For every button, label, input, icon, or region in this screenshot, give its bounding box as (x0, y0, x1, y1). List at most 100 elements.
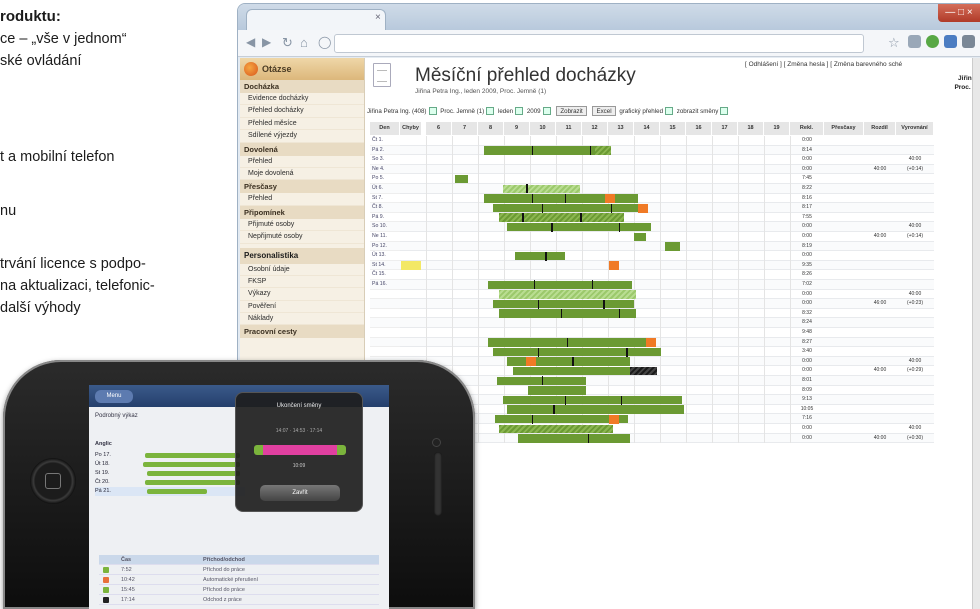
balance-cell: 40:00 (908, 357, 922, 364)
attendance-bar (514, 251, 565, 261)
rekl-cell: 0:00 (802, 252, 812, 259)
punch-mark (531, 145, 534, 155)
month-select[interactable]: leden (498, 108, 513, 115)
phone-row[interactable]: Čt 20. (95, 478, 245, 487)
table-row (370, 136, 934, 146)
time-slider[interactable] (254, 445, 346, 455)
article-line: trvání licence s podpo- (0, 256, 146, 272)
sidebar-item[interactable]: Přehled (240, 193, 364, 206)
day-label: Pá 9. (370, 213, 400, 223)
page-icon: ◯ (318, 35, 332, 49)
rekl-cell: 7:02 (802, 281, 812, 287)
address-bar[interactable] (334, 34, 864, 53)
home-icon[interactable]: ⌂ (300, 35, 308, 50)
phone-screen: Menu Podrobný výkaz Anglic Po 17. Út 18.… (89, 385, 389, 609)
attendance-bar (664, 242, 681, 251)
sidebar-item[interactable]: Přijmuté osoby (240, 219, 364, 232)
sidebar-item[interactable]: Nepřijmuté osoby (240, 231, 364, 244)
phone-row[interactable]: Út 18. (95, 460, 245, 469)
legend-header: Čas Příchod/odchod (99, 555, 379, 565)
day-label: Po 12. (370, 242, 400, 252)
column-header-day: Den (370, 122, 400, 135)
sidebar-item[interactable]: Náklady (240, 313, 364, 326)
rekl-cell: 0:00 (802, 290, 812, 297)
checkbox[interactable] (720, 107, 729, 116)
attendance-bar (634, 232, 646, 242)
punch-mark (587, 433, 590, 443)
sidebar-item[interactable]: Evidence docházky (240, 93, 364, 106)
attendance-bar (528, 386, 586, 395)
phone-row[interactable]: St 19. (95, 469, 245, 478)
attendance-bar (499, 290, 636, 299)
day-label: Čt 15. (370, 270, 400, 280)
table-row (370, 232, 934, 242)
legend-row[interactable]: 17:14 Odchod z práce (99, 595, 379, 605)
sidebar-item[interactable]: Přehled měsíce (240, 118, 364, 131)
close-button[interactable]: Zavřít (260, 485, 340, 501)
filter-bar: Jiřina Petra Ing. (408) Proc. Jemně (1) … (367, 105, 980, 119)
checkbox[interactable] (486, 107, 495, 116)
table-row (370, 212, 934, 223)
article-line: nu (0, 203, 17, 219)
forward-icon[interactable]: ▶ (262, 35, 271, 49)
checkbox[interactable] (515, 107, 524, 116)
legend-row[interactable]: 15:45 Příchod do práce (99, 585, 379, 595)
star-icon[interactable]: ☆ (888, 35, 900, 51)
reload-icon[interactable]: ↻ (282, 35, 293, 51)
day-label: Čt 1. (370, 136, 400, 146)
home-button[interactable] (30, 458, 76, 504)
article-title: roduktu: (0, 8, 61, 25)
show-button[interactable]: Zobrazit (556, 106, 587, 117)
sidebar-item[interactable]: Moje dovolená (240, 168, 364, 181)
close-tab-icon[interactable]: × (375, 12, 381, 23)
rekl-cell: 8:22 (802, 185, 812, 191)
day-label (370, 328, 400, 338)
day-label: Út 13. (370, 251, 400, 261)
year-select[interactable]: 2009 (527, 108, 541, 115)
sidebar-item[interactable]: Osobní údaje (240, 264, 364, 276)
attendance-bar (493, 203, 646, 213)
column-header-hour: 8 (478, 122, 504, 135)
punch-mark (545, 251, 547, 261)
balance-cell: (+0:23) (907, 300, 923, 307)
browser-tab[interactable]: × (246, 9, 386, 30)
checkbox[interactable] (542, 107, 551, 116)
top-links[interactable]: [ Odhlášení ] [ Změna hesla ] [ Změna ba… (745, 61, 902, 68)
column-header-hour: 10 (530, 122, 556, 135)
minimize-icon[interactable] (908, 35, 921, 48)
legend-row[interactable]: 7:52 Příchod do práce (99, 565, 379, 575)
scrollbar[interactable] (972, 58, 980, 609)
phone-row[interactable]: Pá 21. (95, 487, 245, 496)
excel-button[interactable]: Excel (592, 106, 616, 117)
sidebar-item[interactable]: Přehled (240, 156, 364, 168)
sidebar-item[interactable]: FKSP (240, 276, 364, 289)
interruption-mark (645, 337, 656, 347)
sidebar-item[interactable]: Pověření (240, 301, 364, 314)
checkbox[interactable] (428, 107, 437, 116)
rekl-cell: 8:01 (802, 377, 812, 383)
sidebar-section: Docházka (240, 80, 364, 93)
punch-mark (553, 405, 555, 415)
phone-row[interactable]: Po 17. (95, 451, 245, 460)
sidebar-item[interactable]: Přehled docházky (240, 105, 364, 118)
legend-row[interactable]: 10:42 Automatické přerušení (99, 575, 379, 585)
back-icon[interactable]: ◀ (246, 35, 255, 49)
smartphone: Menu Podrobný výkaz Anglic Po 17. Út 18.… (3, 360, 475, 609)
punch-mark (564, 193, 567, 203)
attendance-bar (483, 194, 515, 203)
dept-select[interactable]: Proc. Jemně (1) (440, 108, 484, 115)
attendance-bar (506, 222, 652, 232)
day-label: Út 18. (95, 461, 110, 467)
attendance-bar (487, 280, 633, 290)
day-label: St 19. (95, 470, 110, 476)
menu-button[interactable]: Menu (95, 390, 133, 403)
window-controls[interactable]: — □ × (938, 4, 980, 22)
extension-icon[interactable] (944, 35, 957, 48)
checkbox[interactable] (665, 107, 674, 116)
punch-mark (610, 203, 613, 213)
wrench-icon[interactable] (962, 35, 975, 48)
sidebar-item[interactable]: Sdílené výjezdy (240, 130, 364, 143)
extension-icon[interactable] (926, 35, 939, 48)
sidebar-item[interactable]: Výkazy (240, 288, 364, 301)
person-select[interactable]: Jiřina Petra Ing. (408) (367, 108, 427, 115)
